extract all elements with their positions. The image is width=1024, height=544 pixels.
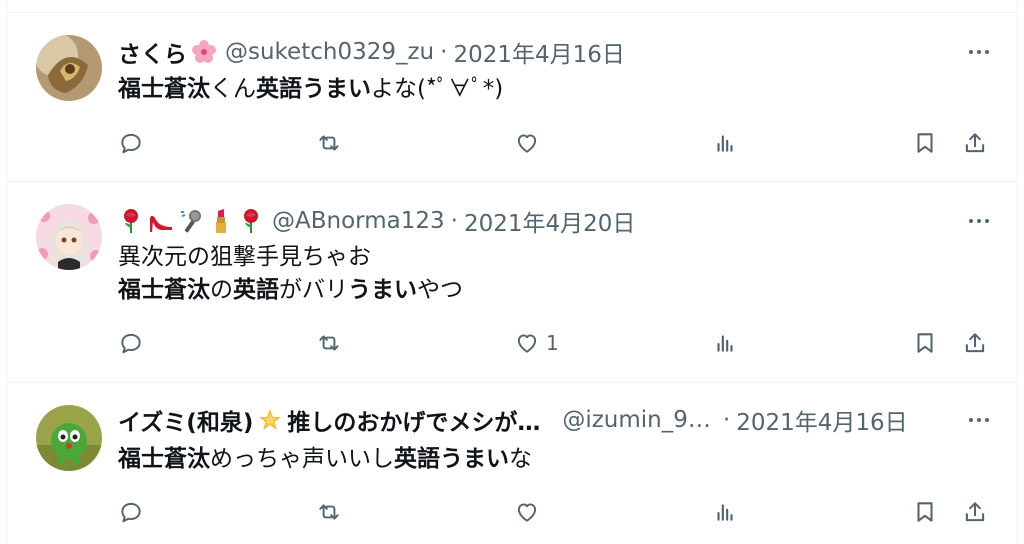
- rose-icon: [124, 209, 138, 233]
- tweet[interactable]: さくら @suketch0329_zu · 2021年4月16日 福士蒼汰くん英…: [6, 13, 1018, 181]
- microphone-icon: [181, 210, 201, 233]
- views-button[interactable]: [712, 330, 738, 356]
- like-button[interactable]: 1: [514, 330, 559, 356]
- tweet-text: 福士蒼汰くん英語うまいよな(*ﾟ∀ﾟ*): [118, 73, 503, 106]
- tweet[interactable]: イズミ(和泉) 推しのおかげでメシが… @izumin_9… · 2021年4月…: [6, 383, 1018, 544]
- display-name[interactable]: [118, 208, 264, 234]
- text-run: の: [210, 277, 233, 303]
- user-handle[interactable]: @izumin_9…: [562, 407, 711, 433]
- highlighted-term: 英語: [233, 277, 279, 303]
- rose-icon: [244, 209, 258, 233]
- retweet-icon: [316, 330, 342, 356]
- share-icon: [962, 130, 988, 156]
- bookmark-button[interactable]: [912, 130, 938, 156]
- more-icon[interactable]: [964, 405, 994, 435]
- bookmark-button[interactable]: [912, 330, 938, 356]
- like-icon: [514, 130, 540, 156]
- dot-separator: ·: [722, 407, 731, 433]
- display-name[interactable]: イズミ(和泉) 推しのおかげでメシが…: [118, 403, 540, 437]
- dot-separator: ·: [440, 39, 448, 65]
- glowing-star-icon: [259, 409, 282, 430]
- retweet-icon: [316, 130, 342, 156]
- avatar[interactable]: [36, 35, 102, 101]
- share-icon: [962, 330, 988, 356]
- reply-button[interactable]: [118, 330, 144, 356]
- like-count: 1: [546, 331, 559, 355]
- reply-button[interactable]: [118, 499, 144, 525]
- like-icon: [514, 330, 540, 356]
- tweet-date[interactable]: 2021年4月20日: [464, 204, 635, 238]
- views-button[interactable]: [712, 499, 738, 525]
- highlighted-term: 英語: [394, 446, 440, 472]
- like-button[interactable]: [514, 499, 540, 525]
- reply-icon: [118, 499, 144, 525]
- highlighted-term: うまい: [348, 277, 417, 303]
- text-run: やつ: [417, 277, 463, 303]
- retweet-button[interactable]: [316, 130, 342, 156]
- text-run: がバリ: [279, 277, 348, 303]
- more-icon[interactable]: [964, 37, 994, 67]
- reply-icon: [118, 330, 144, 356]
- retweet-button[interactable]: [316, 499, 342, 525]
- highlighted-term: うまい: [302, 76, 371, 102]
- views-icon: [712, 499, 738, 525]
- like-button[interactable]: [514, 130, 540, 156]
- bookmark-icon: [912, 330, 938, 356]
- tweet[interactable]: @ABnorma123 · 2021年4月20日 異次元の狙撃手見ちゃお 福士蒼汰…: [6, 182, 1018, 382]
- retweet-button[interactable]: [316, 330, 342, 356]
- lipstick-icon: [216, 209, 226, 233]
- user-handle[interactable]: @suketch0329_zu: [225, 39, 434, 65]
- high-heel-icon: [150, 215, 172, 232]
- reply-icon: [118, 130, 144, 156]
- more-icon[interactable]: [964, 206, 994, 236]
- text-run: めっちゃ声いいし: [210, 446, 394, 472]
- share-icon: [962, 499, 988, 525]
- views-icon: [712, 330, 738, 356]
- dot-separator: ·: [450, 208, 458, 234]
- text-run: な: [509, 446, 532, 472]
- tweet-text-line: 福士蒼汰くん英語うまいよな(*ﾟ∀ﾟ*): [118, 73, 503, 106]
- user-handle[interactable]: @ABnorma123: [272, 208, 445, 234]
- highlighted-term: 福士蒼汰: [118, 76, 210, 102]
- text-run: よな(*ﾟ∀ﾟ*): [371, 76, 504, 102]
- bookmark-icon: [912, 499, 938, 525]
- highlighted-term: 福士蒼汰: [118, 277, 210, 303]
- share-button[interactable]: [962, 130, 988, 156]
- views-icon: [712, 130, 738, 156]
- tweet-text: 福士蒼汰めっちゃ声いいし英語うまいな: [118, 443, 532, 476]
- timeline: さくら @suketch0329_zu · 2021年4月16日 福士蒼汰くん英…: [0, 0, 1024, 544]
- tweet-date[interactable]: 2021年4月16日: [736, 403, 907, 437]
- bookmark-button[interactable]: [912, 499, 938, 525]
- bookmark-icon: [912, 130, 938, 156]
- tweet-text-line: 福士蒼汰の英語がバリうまいやつ: [118, 274, 463, 307]
- highlighted-term: 英語: [256, 76, 302, 102]
- views-button[interactable]: [712, 130, 738, 156]
- cherry-blossom-icon: [192, 40, 216, 63]
- retweet-icon: [316, 499, 342, 525]
- text-run: 異次元の狙撃手見ちゃお: [118, 244, 371, 270]
- display-name[interactable]: さくら: [118, 35, 217, 69]
- like-icon: [514, 499, 540, 525]
- share-button[interactable]: [962, 499, 988, 525]
- tweet-text-line: 異次元の狙撃手見ちゃお: [118, 241, 463, 274]
- avatar[interactable]: [36, 204, 102, 270]
- tweet-date[interactable]: 2021年4月16日: [453, 35, 624, 69]
- reply-button[interactable]: [118, 130, 144, 156]
- share-button[interactable]: [962, 330, 988, 356]
- tweet-text: 異次元の狙撃手見ちゃお 福士蒼汰の英語がバリうまいやつ: [118, 241, 463, 307]
- avatar[interactable]: [36, 405, 102, 471]
- tweet-text-line: 福士蒼汰めっちゃ声いいし英語うまいな: [118, 443, 532, 476]
- highlighted-term: うまい: [440, 446, 509, 472]
- text-run: くん: [210, 76, 256, 102]
- highlighted-term: 福士蒼汰: [118, 446, 210, 472]
